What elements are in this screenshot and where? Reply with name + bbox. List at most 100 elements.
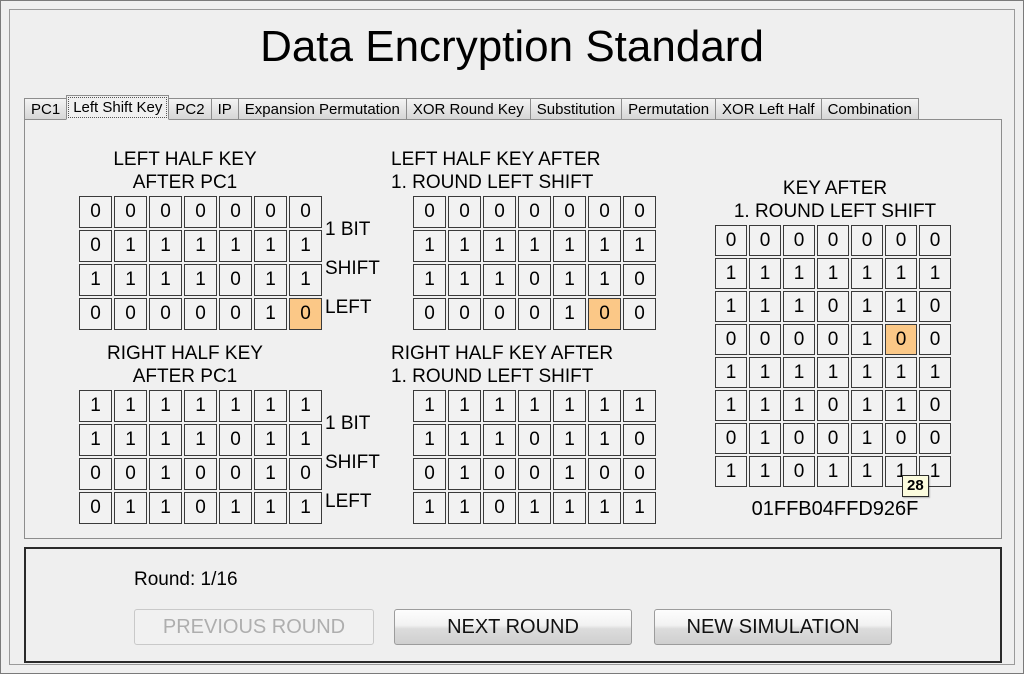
bit-cell[interactable]: 1 — [715, 357, 747, 388]
bit-cell[interactable]: 0 — [448, 298, 481, 330]
bit-cell[interactable]: 1 — [715, 258, 747, 289]
bit-cell[interactable]: 1 — [289, 390, 322, 422]
bit-cell[interactable]: 0 — [817, 291, 849, 322]
bit-cell[interactable]: 0 — [483, 196, 516, 228]
bit-cell[interactable]: 1 — [715, 390, 747, 421]
next-round-button[interactable]: NEXT ROUND — [394, 609, 632, 645]
bit-cell[interactable]: 0 — [817, 324, 849, 355]
bit-cell[interactable]: 0 — [149, 196, 182, 228]
bit-cell[interactable]: 0 — [413, 196, 446, 228]
bit-cell[interactable]: 1 — [483, 264, 516, 296]
bit-cell-highlighted[interactable]: 0 — [885, 324, 917, 355]
bit-cell[interactable]: 0 — [413, 458, 446, 490]
bit-cell[interactable]: 1 — [518, 390, 551, 422]
bit-cell[interactable]: 0 — [448, 196, 481, 228]
tab-pc2[interactable]: PC2 — [168, 98, 212, 120]
bit-cell[interactable]: 0 — [715, 225, 747, 256]
bit-cell[interactable]: 1 — [448, 230, 481, 262]
bit-cell[interactable]: 1 — [448, 424, 481, 456]
tab-expansion-permutation[interactable]: Expansion Permutation — [237, 98, 407, 120]
bit-cell[interactable]: 0 — [184, 458, 217, 490]
bit-cell[interactable]: 1 — [553, 264, 586, 296]
bit-cell[interactable]: 1 — [588, 492, 621, 524]
bit-cell[interactable]: 0 — [483, 492, 516, 524]
bit-cell[interactable]: 0 — [518, 196, 551, 228]
bit-cell[interactable]: 0 — [783, 324, 815, 355]
bit-cell[interactable]: 1 — [553, 458, 586, 490]
previous-round-button[interactable]: PREVIOUS ROUND — [134, 609, 374, 645]
bit-cell[interactable]: 0 — [817, 423, 849, 454]
bit-cell[interactable]: 1 — [254, 424, 287, 456]
bit-cell[interactable]: 1 — [413, 264, 446, 296]
bit-cell[interactable]: 1 — [254, 298, 287, 330]
bit-cell[interactable]: 1 — [885, 258, 917, 289]
bit-cell[interactable]: 1 — [184, 264, 217, 296]
bit-cell[interactable]: 0 — [715, 423, 747, 454]
bit-cell[interactable]: 0 — [851, 225, 883, 256]
bit-cell[interactable]: 0 — [919, 423, 951, 454]
bit-cell[interactable]: 1 — [553, 424, 586, 456]
tab-combination[interactable]: Combination — [820, 98, 919, 120]
bit-cell[interactable]: 0 — [623, 196, 656, 228]
bit-cell[interactable]: 1 — [114, 390, 147, 422]
bit-cell[interactable]: 1 — [919, 258, 951, 289]
bit-cell[interactable]: 0 — [184, 298, 217, 330]
bit-cell[interactable]: 1 — [851, 291, 883, 322]
bit-cell[interactable]: 0 — [254, 196, 287, 228]
bit-cell[interactable]: 1 — [254, 264, 287, 296]
bit-cell[interactable]: 1 — [588, 424, 621, 456]
bit-cell[interactable]: 1 — [553, 492, 586, 524]
bit-cell[interactable]: 1 — [919, 357, 951, 388]
bit-cell[interactable]: 1 — [289, 424, 322, 456]
bit-cell[interactable]: 1 — [623, 230, 656, 262]
tab-pc1[interactable]: PC1 — [24, 98, 68, 120]
bit-cell[interactable]: 0 — [783, 225, 815, 256]
bit-cell[interactable]: 1 — [851, 423, 883, 454]
bit-cell[interactable]: 0 — [588, 458, 621, 490]
bit-cell[interactable]: 1 — [149, 458, 182, 490]
bit-cell[interactable]: 1 — [817, 357, 849, 388]
bit-cell[interactable]: 1 — [623, 390, 656, 422]
bit-cell[interactable]: 1 — [749, 291, 781, 322]
new-simulation-button[interactable]: NEW SIMULATION — [654, 609, 892, 645]
bit-cell[interactable]: 1 — [79, 264, 112, 296]
bit-cell[interactable]: 0 — [715, 324, 747, 355]
bit-cell[interactable]: 0 — [919, 390, 951, 421]
bit-cell[interactable]: 1 — [783, 258, 815, 289]
bit-cell[interactable]: 0 — [79, 230, 112, 262]
tab-permutation[interactable]: Permutation — [621, 98, 717, 120]
bit-cell[interactable]: 1 — [114, 264, 147, 296]
bit-cell[interactable]: 1 — [448, 458, 481, 490]
bit-cell[interactable]: 1 — [254, 492, 287, 524]
bit-cell[interactable]: 1 — [413, 390, 446, 422]
bit-cell[interactable]: 0 — [885, 423, 917, 454]
tab-left-shift-key[interactable]: Left Shift Key — [66, 95, 170, 120]
bit-cell[interactable]: 1 — [623, 492, 656, 524]
bit-cell[interactable]: 0 — [184, 196, 217, 228]
bit-cell[interactable]: 1 — [219, 390, 252, 422]
bit-cell[interactable]: 1 — [114, 230, 147, 262]
bit-cell[interactable]: 1 — [885, 291, 917, 322]
bit-cell[interactable]: 1 — [749, 258, 781, 289]
bit-cell[interactable]: 0 — [289, 458, 322, 490]
bit-cell[interactable]: 1 — [851, 258, 883, 289]
bit-cell[interactable]: 1 — [79, 424, 112, 456]
bit-cell[interactable]: 0 — [79, 298, 112, 330]
bit-cell[interactable]: 1 — [851, 456, 883, 487]
bit-cell[interactable]: 1 — [413, 492, 446, 524]
bit-cell[interactable]: 1 — [885, 390, 917, 421]
bit-cell[interactable]: 1 — [254, 458, 287, 490]
bit-cell[interactable]: 1 — [184, 230, 217, 262]
bit-cell[interactable]: 0 — [749, 324, 781, 355]
bit-cell[interactable]: 0 — [483, 298, 516, 330]
bit-cell[interactable]: 1 — [448, 390, 481, 422]
bit-cell[interactable]: 0 — [483, 458, 516, 490]
bit-cell[interactable]: 0 — [817, 390, 849, 421]
bit-cell[interactable]: 0 — [518, 298, 551, 330]
bit-cell[interactable]: 1 — [219, 230, 252, 262]
bit-cell[interactable]: 0 — [79, 196, 112, 228]
bit-cell[interactable]: 0 — [518, 264, 551, 296]
bit-cell[interactable]: 1 — [184, 390, 217, 422]
bit-cell[interactable]: 1 — [783, 390, 815, 421]
bit-cell[interactable]: 0 — [623, 458, 656, 490]
